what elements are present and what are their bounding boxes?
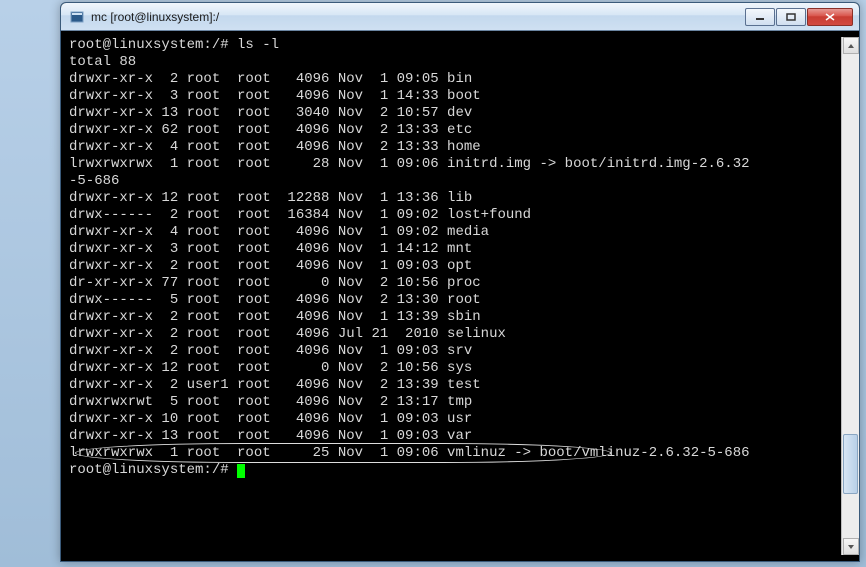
scrollbar[interactable] <box>841 37 859 555</box>
cursor <box>237 464 245 478</box>
maximize-button[interactable] <box>776 8 806 26</box>
minimize-button[interactable] <box>745 8 775 26</box>
scroll-down-button[interactable] <box>843 538 859 555</box>
close-button[interactable] <box>807 8 853 26</box>
window-controls <box>744 8 853 26</box>
terminal-icon <box>69 9 85 25</box>
titlebar[interactable]: mc [root@linuxsystem]:/ <box>61 3 859 31</box>
window-title: mc [root@linuxsystem]:/ <box>91 10 744 24</box>
terminal-window: mc [root@linuxsystem]:/ root@linuxsystem… <box>60 2 860 562</box>
scroll-thumb[interactable] <box>843 434 858 494</box>
terminal-output[interactable]: root@linuxsystem:/# ls -l total 88 drwxr… <box>69 37 841 555</box>
scroll-up-button[interactable] <box>843 37 859 54</box>
scroll-track[interactable] <box>842 54 859 538</box>
terminal-area: root@linuxsystem:/# ls -l total 88 drwxr… <box>61 31 859 561</box>
